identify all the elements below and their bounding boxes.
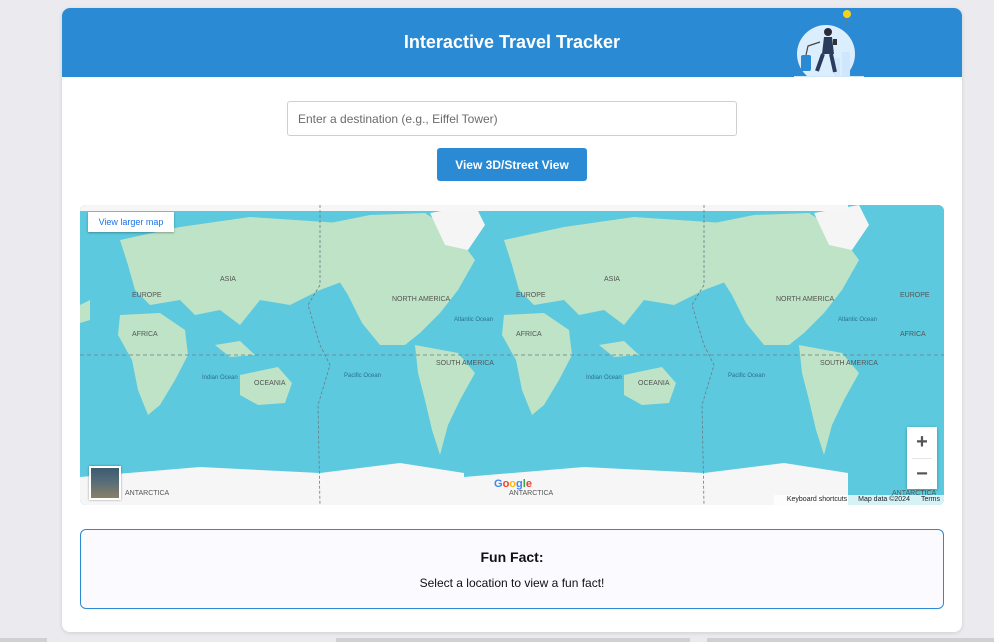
label-atlantic: Atlantic Ocean — [454, 317, 493, 323]
zoom-controls: + − — [907, 427, 937, 489]
label-antarctica: ANTARCTICA — [125, 490, 170, 497]
traveler-illustration-icon — [794, 10, 864, 77]
google-logo: Google — [494, 478, 532, 490]
label-europe: EUROPE — [132, 292, 162, 299]
label-europe: EUROPE — [900, 292, 930, 299]
label-asia: ASIA — [604, 276, 620, 283]
keyboard-shortcuts-link[interactable]: Keyboard shortcuts — [787, 496, 847, 503]
view-3d-street-view-button[interactable]: View 3D/Street View — [437, 148, 587, 181]
page-edge-bar — [336, 638, 690, 642]
label-atlantic: Atlantic Ocean — [838, 317, 877, 323]
fun-fact-panel: Fun Fact: Select a location to view a fu… — [80, 529, 944, 609]
map-attribution: Keyboard shortcuts Map data ©2024 Terms — [773, 495, 944, 505]
zoom-out-button[interactable]: − — [907, 459, 937, 490]
label-europe: EUROPE — [516, 292, 546, 299]
world-map[interactable]: EUROPE ASIA AFRICA OCEANIA ANTARCTICA NO… — [80, 205, 944, 505]
zoom-in-button[interactable]: + — [907, 427, 937, 458]
street-view-thumbnail-icon[interactable] — [89, 466, 121, 500]
label-north-america: NORTH AMERICA — [392, 296, 451, 303]
label-north-america: NORTH AMERICA — [776, 296, 835, 303]
main-card: Interactive Travel Tracker View 3D/Stree… — [62, 8, 962, 632]
label-indian: Indian Ocean — [202, 375, 238, 381]
label-pacific: Pacific Ocean — [344, 373, 381, 379]
label-south-america: SOUTH AMERICA — [436, 360, 494, 367]
label-oceania: OCEANIA — [254, 380, 286, 387]
map-tiles: EUROPE ASIA AFRICA OCEANIA ANTARCTICA NO… — [80, 205, 944, 505]
label-south-america: SOUTH AMERICA — [820, 360, 878, 367]
fun-fact-title: Fun Fact: — [480, 549, 544, 565]
destination-search-input[interactable] — [287, 101, 737, 136]
fun-fact-text: Select a location to view a fun fact! — [419, 576, 605, 590]
terms-link[interactable]: Terms — [921, 496, 940, 503]
label-indian: Indian Ocean — [586, 375, 622, 381]
map-data-text: Map data ©2024 — [858, 496, 910, 503]
page-edge-bar — [707, 638, 994, 642]
header-bar: Interactive Travel Tracker — [62, 8, 962, 77]
label-africa: AFRICA — [132, 331, 158, 338]
label-asia: ASIA — [220, 276, 236, 283]
label-africa: AFRICA — [516, 331, 542, 338]
label-pacific: Pacific Ocean — [728, 373, 765, 379]
view-larger-map-link[interactable]: View larger map — [88, 212, 174, 232]
label-antarctica: ANTARCTICA — [509, 490, 554, 497]
label-oceania: OCEANIA — [638, 380, 670, 387]
page-edge-bar — [0, 638, 47, 642]
label-africa: AFRICA — [900, 331, 926, 338]
